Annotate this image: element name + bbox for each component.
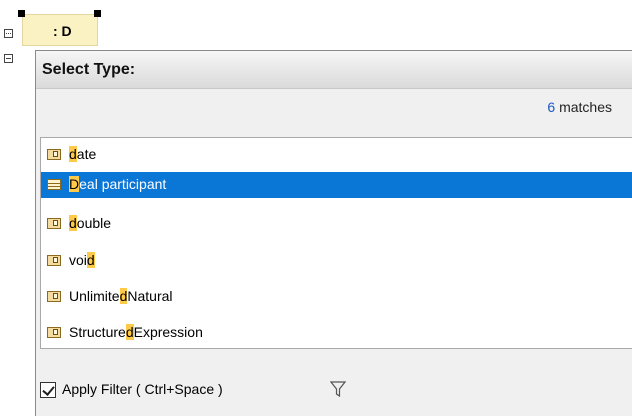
list-item-label: Deal participant xyxy=(69,176,167,192)
selection-handle-top-left[interactable] xyxy=(18,10,25,17)
list-item-label: StructuredExpression xyxy=(69,324,203,340)
datatype-icon xyxy=(47,255,61,266)
class-icon xyxy=(47,179,61,190)
datatype-icon xyxy=(47,149,61,160)
list-item[interactable]: Deal participant xyxy=(41,172,632,198)
apply-filter-checkbox[interactable] xyxy=(40,382,56,398)
primitive-type-icon xyxy=(47,327,61,338)
popup-title: Select Type: xyxy=(42,61,136,78)
list-item[interactable]: double xyxy=(41,211,632,237)
type-list[interactable]: date Deal participant double void UnlimitedN… xyxy=(40,137,632,349)
list-item[interactable]: StructuredExpression xyxy=(41,320,632,346)
list-item[interactable]: UnlimitedNatural xyxy=(41,284,632,310)
popup-header: Select Type: xyxy=(36,51,632,89)
list-item[interactable]: date xyxy=(41,142,632,168)
datatype-icon xyxy=(47,218,61,229)
list-item-label: double xyxy=(69,215,112,231)
primitive-type-icon xyxy=(47,291,61,302)
list-item-label: date xyxy=(69,146,97,162)
list-item[interactable]: void xyxy=(41,248,632,274)
part-label: : D xyxy=(53,23,72,39)
compartment-toggle-icon[interactable] xyxy=(4,29,13,38)
select-type-popup: Select Type: 6 matches date Deal particip… xyxy=(35,50,632,416)
apply-filter-label[interactable]: Apply Filter ( Ctrl+Space ) xyxy=(62,381,223,397)
selection-handle-top-right[interactable] xyxy=(94,10,101,17)
list-item-label: UnlimitedNatural xyxy=(69,288,173,304)
filter-funnel-icon[interactable] xyxy=(330,380,346,398)
part-element[interactable]: : D xyxy=(22,14,98,46)
matches-count: 6 matches xyxy=(547,99,612,115)
collapse-icon[interactable] xyxy=(4,54,13,63)
list-item-label: void xyxy=(69,252,95,268)
